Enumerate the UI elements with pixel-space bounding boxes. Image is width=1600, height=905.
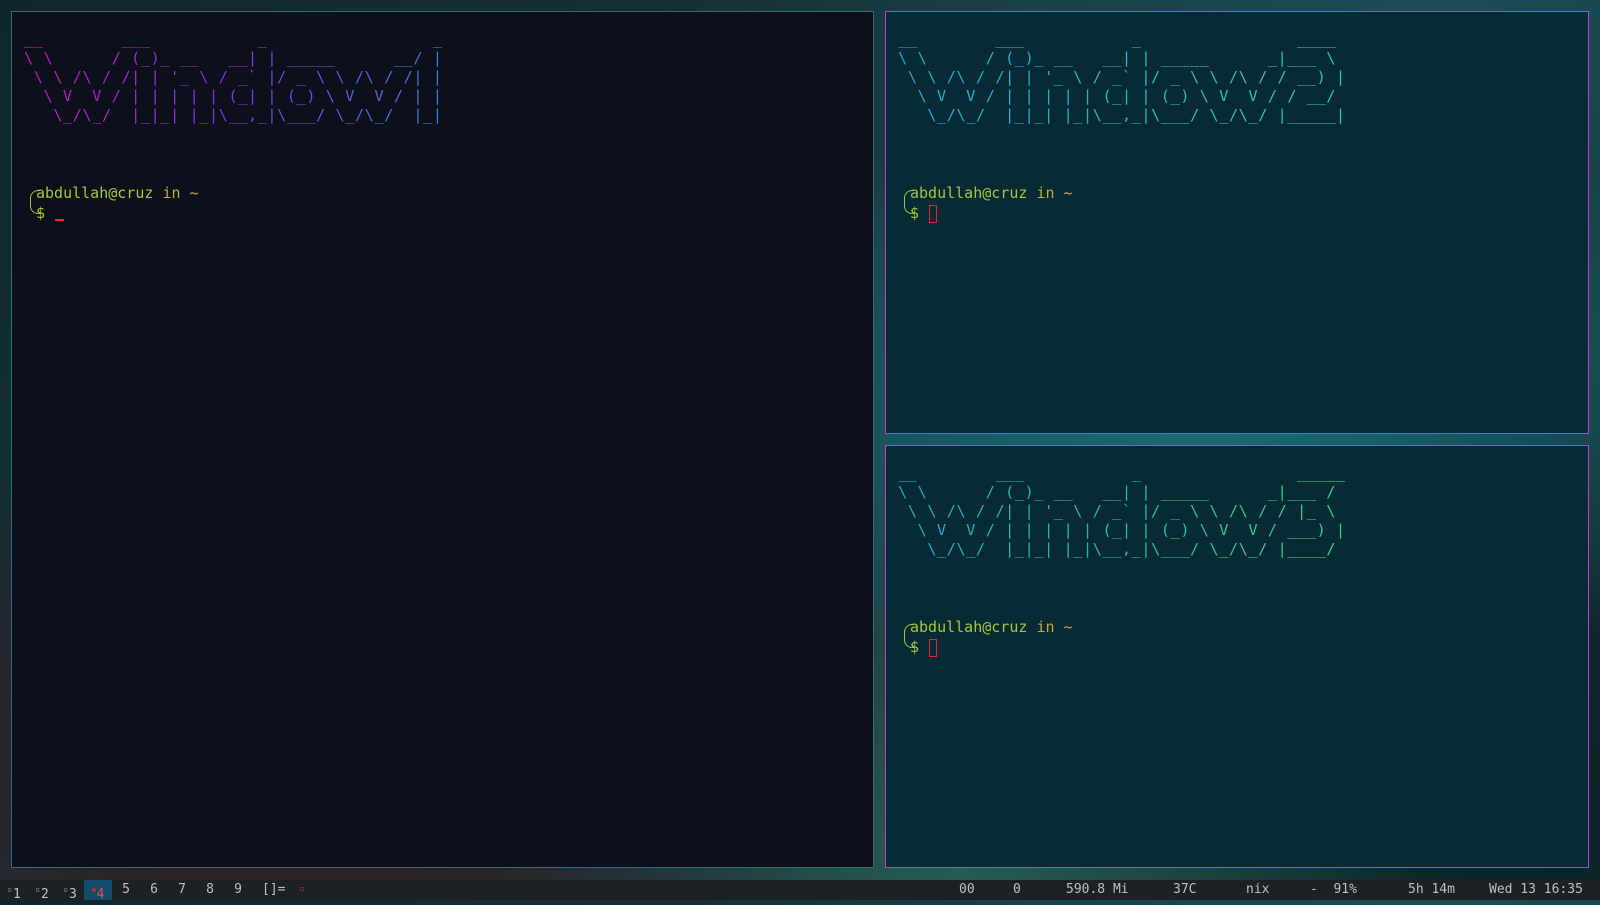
workspace-label: 8 [206, 882, 214, 897]
workspace-2[interactable]: ▫2 [28, 880, 56, 902]
workspace-7[interactable]: 7 [168, 880, 196, 900]
memory-usage: 590.8 Mi [1066, 882, 1129, 897]
os-label: nix [1246, 882, 1270, 897]
text-cursor [929, 639, 938, 657]
prompt-line-2: $ [36, 204, 65, 223]
ascii-banner: __ ___ _ _ \ \ / (_)_ __ __| | _____ __/… [24, 30, 452, 125]
ascii-banner: __ ___ _ ____ \ \ / (_)_ __ __| | _____ … [898, 30, 1355, 125]
prompt-in: in [162, 184, 181, 202]
prompt-line-1: abdullah@cruz in ~ [910, 618, 1073, 637]
prompt-in: in [1036, 184, 1055, 202]
workspace-5[interactable]: 5 [112, 880, 140, 900]
prompt-line-1: abdullah@cruz in ~ [910, 184, 1073, 203]
battery-level: - 91% [1310, 882, 1357, 897]
prompt-user: abdullah@cruz [36, 184, 154, 202]
terminal-window-1[interactable]: __ ___ _ _ \ \ / (_)_ __ __| | _____ __/… [11, 11, 874, 868]
prompt-line-2: $ [910, 204, 938, 223]
workspace-label: 6 [150, 882, 158, 897]
prompt-symbol: $ [36, 204, 46, 222]
prompt-line-2: $ [910, 638, 938, 657]
prompt-user: abdullah@cruz [910, 618, 1028, 636]
status-bar: ▫1 ▫2 ▫3 ▪4 5 6 7 8 9 []= ▫ 00 0 590.8 M… [0, 880, 1600, 902]
prompt-dir: ~ [189, 184, 199, 202]
prompt-user: abdullah@cruz [910, 184, 1028, 202]
prompt-in: in [1036, 618, 1055, 636]
prompt-dir: ~ [1063, 184, 1073, 202]
workspace-9[interactable]: 9 [224, 880, 252, 900]
uptime: 5h 14m [1408, 882, 1455, 897]
workspace-8[interactable]: 8 [196, 880, 224, 900]
workspace-label: 5 [122, 882, 130, 897]
prompt-symbol: $ [910, 638, 920, 656]
clock: Wed 13 16:35 [1489, 882, 1583, 897]
text-cursor [929, 205, 938, 223]
ascii-banner: __ ___ _ _____ \ \ / (_)_ __ __| | _____… [898, 464, 1355, 559]
prompt-dir: ~ [1063, 618, 1073, 636]
workspace-4[interactable]: ▪4 [84, 880, 112, 902]
occupied-marker: ▫ [63, 885, 68, 894]
stat-1: 00 [959, 882, 975, 897]
cpu-temperature: 37C [1173, 882, 1197, 897]
occupied-marker: ▫ [7, 885, 12, 894]
workspace-label: 9 [234, 882, 242, 897]
layout-indicator[interactable]: []= [262, 880, 285, 900]
terminal-window-2[interactable]: __ ___ _ ____ \ \ / (_)_ __ __| | _____ … [885, 11, 1589, 434]
workspace-3[interactable]: ▫3 [56, 880, 84, 902]
workspace-6[interactable]: 6 [140, 880, 168, 900]
workspace-label: 7 [178, 882, 186, 897]
stat-2: 0 [1013, 882, 1021, 897]
prompt-symbol: $ [910, 204, 920, 222]
prompt-line-1: abdullah@cruz in ~ [36, 184, 199, 203]
text-cursor [55, 219, 65, 221]
workspace-1[interactable]: ▫1 [0, 880, 28, 902]
occupied-marker: ▫ [35, 885, 40, 894]
layout-marker: ▫ [299, 884, 305, 894]
terminal-window-3[interactable]: __ ___ _ _____ \ \ / (_)_ __ __| | _____… [885, 445, 1589, 868]
